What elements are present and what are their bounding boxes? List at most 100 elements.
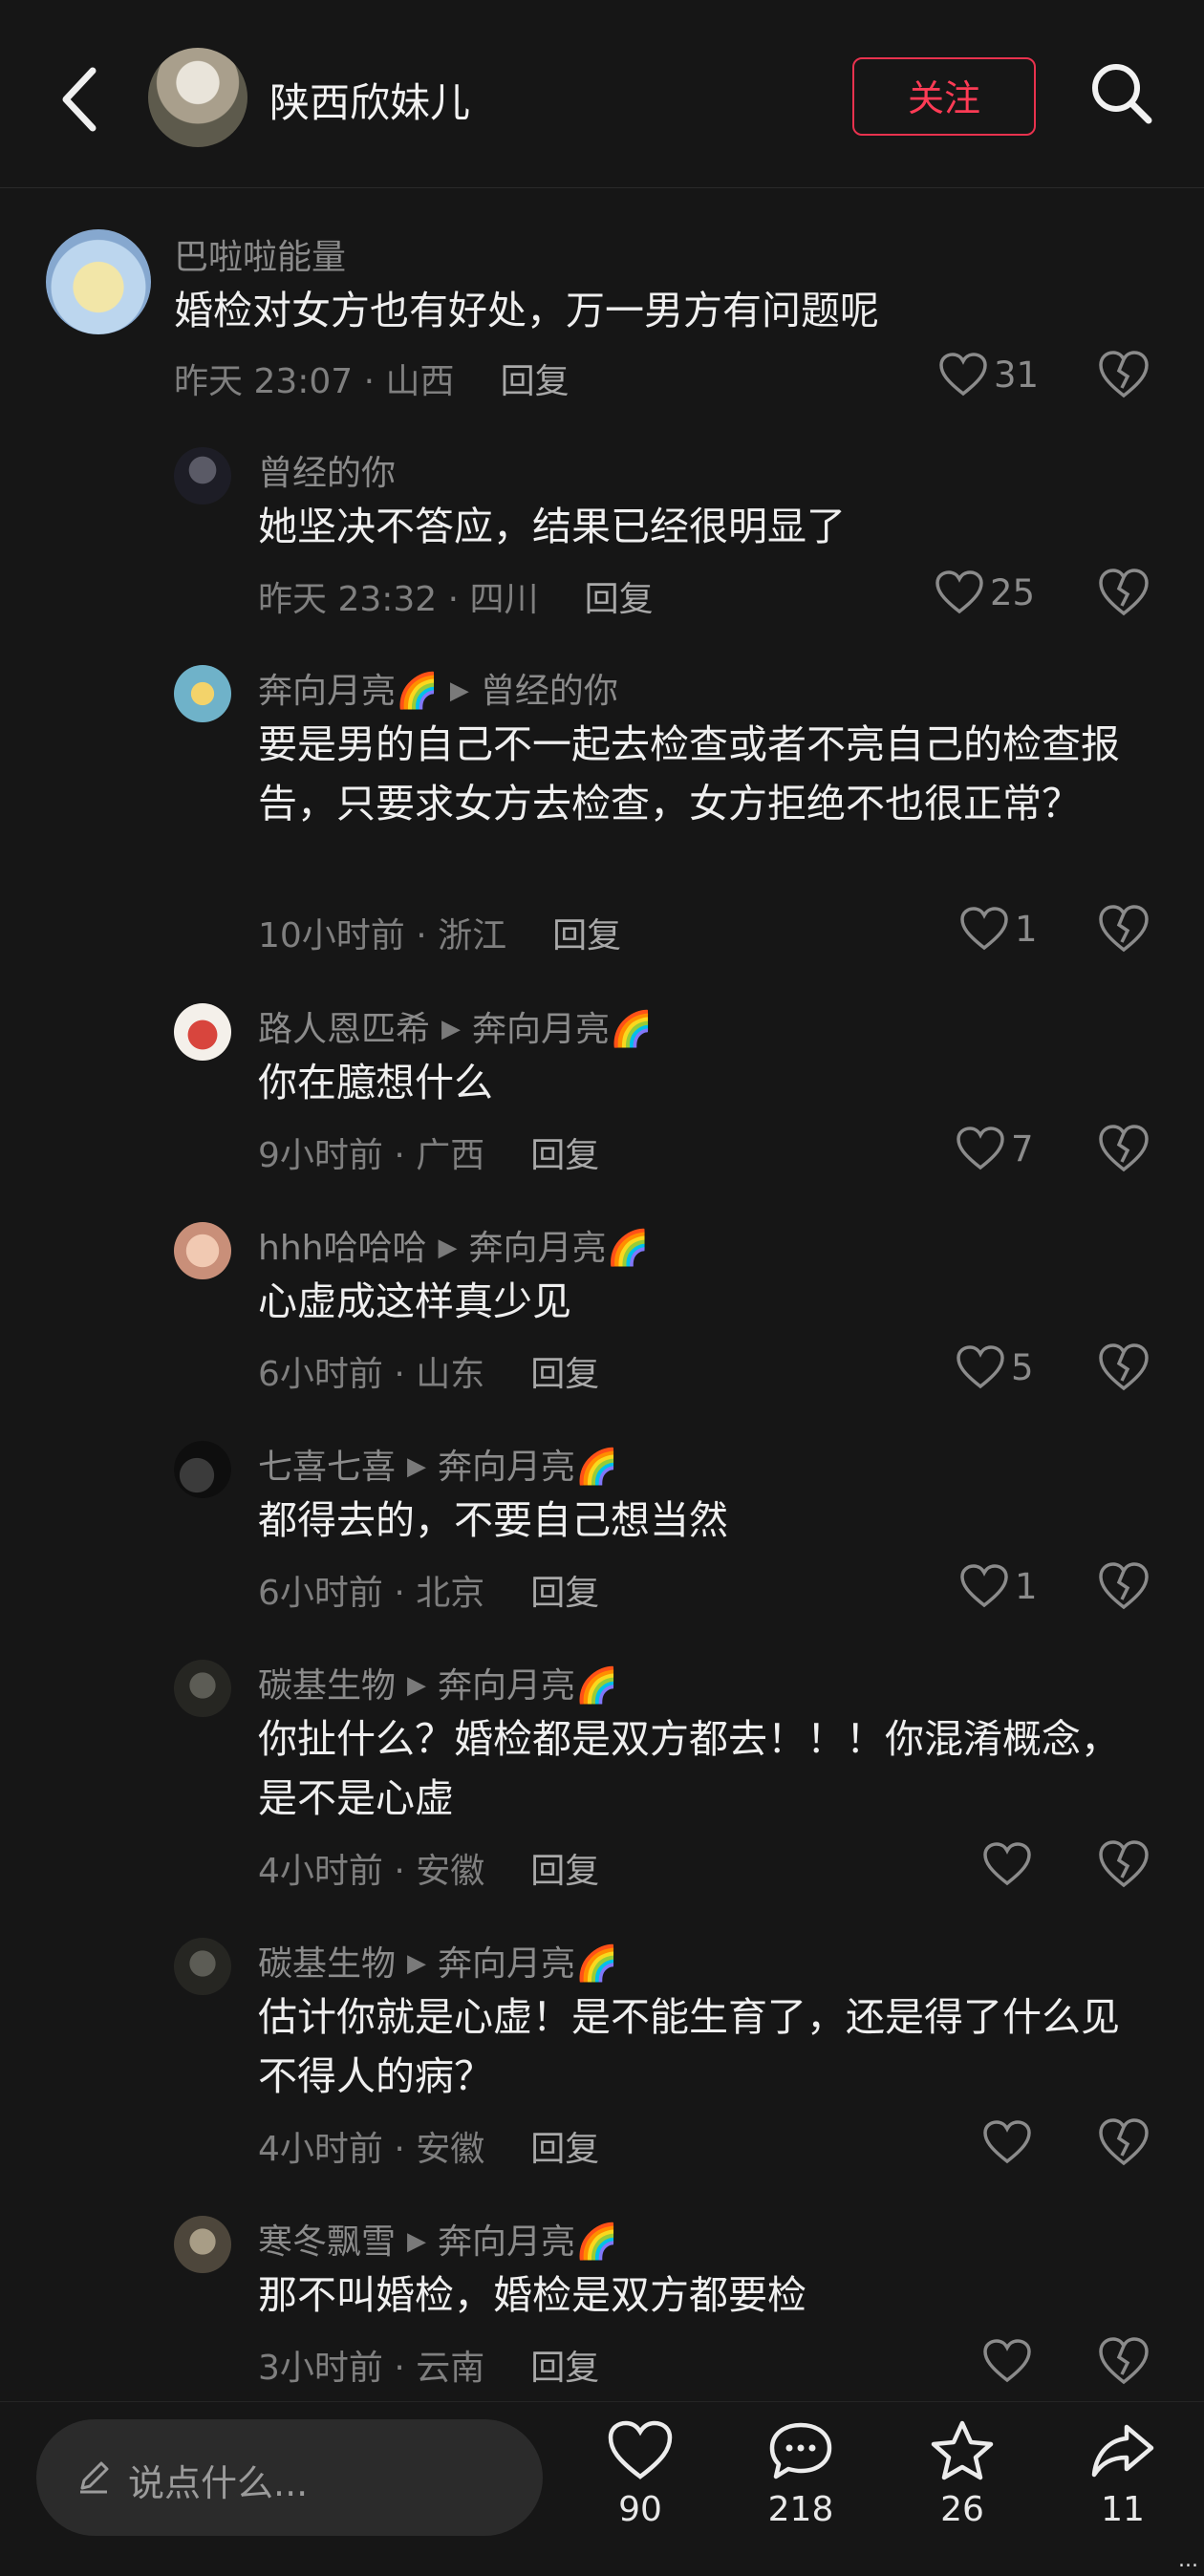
dislike-broken-heart-icon[interactable]	[1097, 1837, 1150, 1891]
dislike-broken-heart-icon[interactable]	[1097, 566, 1150, 619]
comment-meta: 昨天 23:07 · 山西 回复	[174, 362, 570, 401]
like-button[interactable]: 5	[956, 1341, 1034, 1394]
author-avatar[interactable]	[148, 48, 247, 147]
user-avatar[interactable]	[174, 1222, 231, 1279]
comment-text: 心虚成这样真少见	[258, 1278, 571, 1324]
reply-button[interactable]: 回复	[501, 362, 570, 401]
comment-meta: 10小时前 · 浙江 回复	[258, 916, 622, 955]
back-arrow-icon[interactable]	[53, 65, 110, 134]
like-button[interactable]: 31	[938, 348, 1039, 401]
comment-time: 昨天 23:07	[174, 362, 354, 401]
comment-location: 山东	[416, 1355, 485, 1394]
like-button[interactable]: 1	[959, 902, 1038, 955]
reply-to-username[interactable]: 曾经的你	[481, 672, 618, 711]
comment-time: 6小时前	[258, 1574, 383, 1613]
reply-to-username[interactable]: 奔向月亮🌈	[438, 1448, 618, 1487]
pencil-icon	[80, 2461, 109, 2494]
like-button[interactable]	[982, 2334, 1038, 2388]
reply-button[interactable]: 回复	[530, 1355, 599, 1394]
user-avatar[interactable]	[174, 1003, 231, 1061]
like-button[interactable]	[982, 2115, 1038, 2169]
user-avatar[interactable]	[174, 1660, 231, 1717]
heart-icon	[983, 2120, 1031, 2164]
reply-button[interactable]: 回复	[530, 1574, 599, 1613]
like-button[interactable]: 7	[956, 1122, 1034, 1175]
dislike-broken-heart-icon[interactable]	[1097, 1341, 1150, 1394]
user-avatar[interactable]	[174, 2216, 231, 2273]
heart-icon	[983, 2339, 1031, 2383]
reply-to-username[interactable]: 奔向月亮🌈	[438, 1944, 618, 1984]
comment-username[interactable]: 巴啦啦能量	[174, 229, 346, 279]
bottom-action-bar: 说点什么... 90 218 26 11 ...	[0, 2401, 1204, 2576]
share-action[interactable]: 11	[1065, 2419, 1180, 2529]
comment-username[interactable]: 曾经的你	[258, 445, 396, 495]
follow-button[interactable]: 关注	[852, 57, 1036, 136]
reply-arrow-icon: ▶	[407, 1949, 427, 1978]
comment-username[interactable]: 七喜七喜 ▶ 奔向月亮🌈	[258, 1439, 618, 1489]
comment-username[interactable]: 寒冬飘雪 ▶ 奔向月亮🌈	[258, 2214, 618, 2264]
comment-meta: 4小时前 · 安徽 回复	[258, 2130, 600, 2169]
reply-button[interactable]: 回复	[530, 1852, 599, 1891]
comment-time: 4小时前	[258, 2130, 383, 2169]
comment-username[interactable]: 奔向月亮🌈 ▶ 曾经的你	[258, 663, 618, 713]
comment-time: 昨天 23:32	[258, 580, 438, 619]
comment-text: 你扯什么？婚检都是双方都去！！！你混淆概念，是不是心虚	[258, 1716, 1120, 1821]
comment-action[interactable]: 218	[743, 2419, 858, 2529]
share-count: 11	[1101, 2490, 1145, 2529]
user-avatar[interactable]	[174, 1938, 231, 1995]
like-count: 31	[994, 354, 1040, 396]
comment-time: 9小时前	[258, 1136, 383, 1175]
heart-icon	[957, 1345, 1004, 1389]
comment-input[interactable]: 说点什么...	[36, 2419, 543, 2536]
dislike-broken-heart-icon[interactable]	[1097, 902, 1150, 955]
reply-button[interactable]: 回复	[552, 916, 621, 955]
dislike-broken-heart-icon[interactable]	[1097, 1559, 1150, 1613]
comment-time: 6小时前	[258, 1355, 383, 1394]
comment-location: 广西	[416, 1136, 485, 1175]
reply-to-username[interactable]: 奔向月亮🌈	[438, 2222, 618, 2262]
comment-text: 婚检对女方也有好处，万一男方有问题呢	[174, 288, 879, 333]
comment-location: 云南	[416, 2349, 485, 2388]
heart-icon	[608, 2420, 673, 2479]
user-avatar[interactable]	[46, 229, 151, 334]
comment-username[interactable]: 路人恩匹希 ▶ 奔向月亮🌈	[258, 1001, 653, 1051]
user-avatar[interactable]	[174, 665, 231, 722]
heart-icon	[939, 353, 987, 397]
dislike-broken-heart-icon[interactable]	[1097, 2334, 1150, 2388]
reply-button[interactable]: 回复	[585, 580, 654, 619]
reply-button[interactable]: 回复	[530, 1136, 599, 1175]
comment-input-placeholder: 说点什么...	[128, 2462, 309, 2504]
comment-username[interactable]: hhh哈哈哈 ▶ 奔向月亮🌈	[258, 1220, 649, 1270]
user-avatar[interactable]	[174, 1441, 231, 1498]
like-button[interactable]: 1	[959, 1559, 1038, 1613]
reply-button[interactable]: 回复	[530, 2130, 599, 2169]
comment-location: 四川	[469, 580, 539, 619]
reply-arrow-icon: ▶	[441, 1015, 462, 1043]
reply-to-username[interactable]: 奔向月亮🌈	[438, 1666, 618, 1706]
comment-text: 她坚决不答应，结果已经很明显了	[258, 504, 846, 549]
like-button[interactable]	[982, 1837, 1038, 1891]
comment-location: 安徽	[416, 1852, 485, 1891]
author-name[interactable]: 陕西欣妹儿	[269, 71, 470, 129]
reply-to-username[interactable]: 奔向月亮🌈	[468, 1229, 649, 1268]
reply-button[interactable]: 回复	[530, 2349, 599, 2388]
comment-username[interactable]: 碳基生物 ▶ 奔向月亮🌈	[258, 1936, 618, 1986]
comment-bubble-icon	[769, 2422, 832, 2479]
comment-username[interactable]: 碳基生物 ▶ 奔向月亮🌈	[258, 1658, 618, 1707]
reply-arrow-icon: ▶	[407, 1452, 427, 1481]
dislike-broken-heart-icon[interactable]	[1097, 1122, 1150, 1175]
dislike-broken-heart-icon[interactable]	[1097, 348, 1150, 401]
like-count: 1	[1015, 908, 1038, 950]
favorite-count: 26	[940, 2490, 984, 2529]
comment-count: 218	[767, 2490, 834, 2529]
favorite-action[interactable]: 26	[905, 2419, 1020, 2529]
like-action[interactable]: 90	[583, 2419, 698, 2529]
user-avatar[interactable]	[174, 447, 231, 504]
comment-time: 4小时前	[258, 1852, 383, 1891]
like-count: 25	[990, 571, 1036, 613]
search-icon[interactable]	[1087, 59, 1154, 126]
reply-to-username[interactable]: 奔向月亮🌈	[472, 1010, 653, 1049]
comment-location: 安徽	[416, 2130, 485, 2169]
like-button[interactable]: 25	[935, 566, 1035, 619]
dislike-broken-heart-icon[interactable]	[1097, 2115, 1150, 2169]
